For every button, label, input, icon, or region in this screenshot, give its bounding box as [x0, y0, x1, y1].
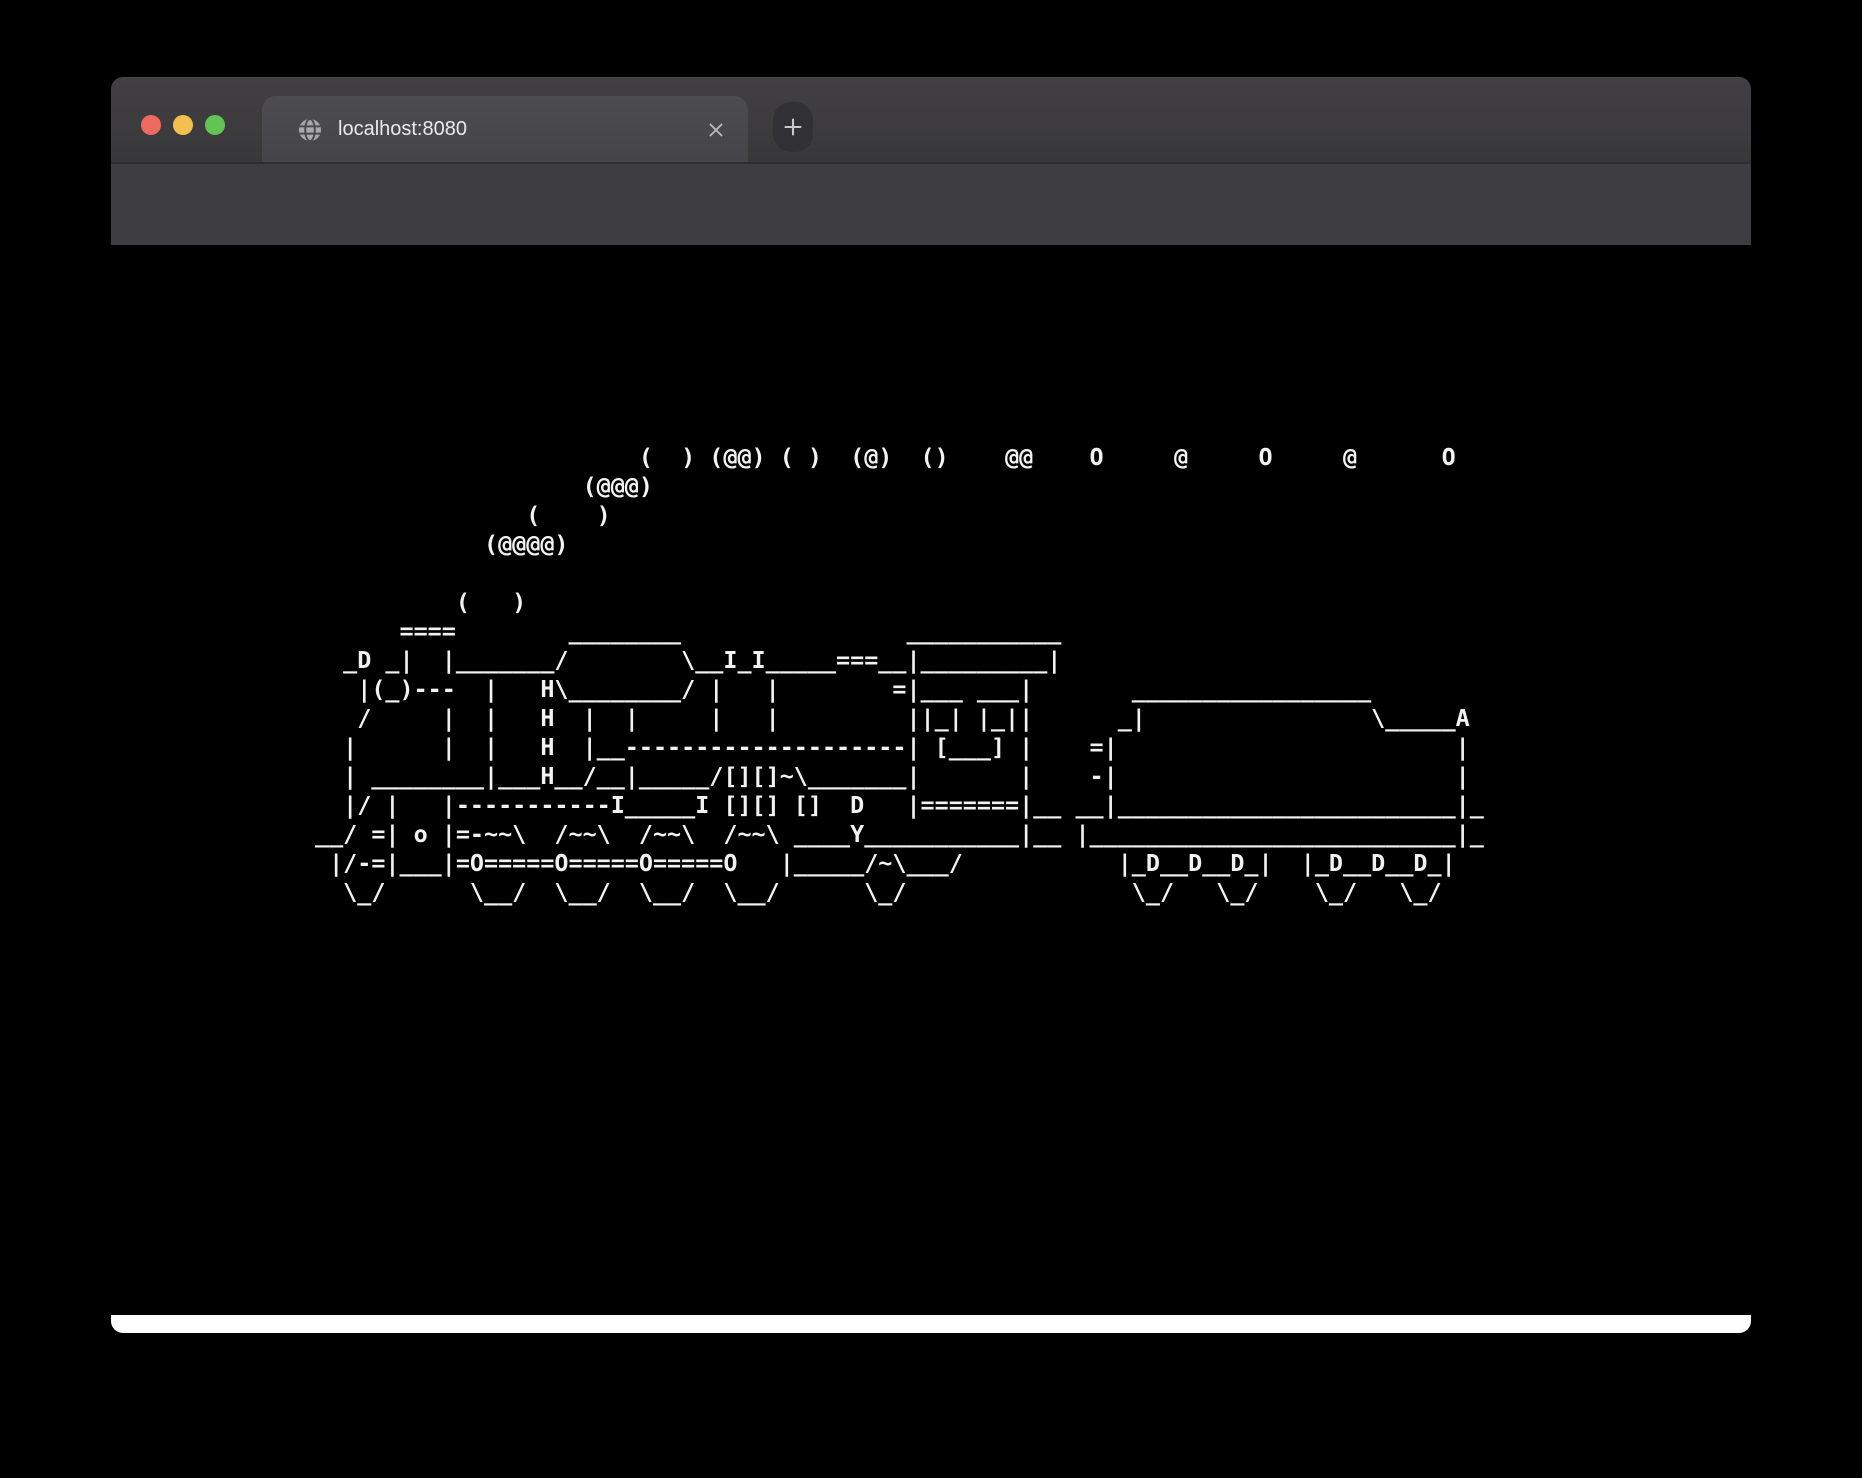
window-zoom-button[interactable] — [205, 115, 225, 135]
window-minimize-button[interactable] — [173, 115, 193, 135]
new-tab-button[interactable] — [773, 102, 813, 152]
window-bottom-bar — [111, 1315, 1751, 1333]
tab-bar: localhost:8080 — [111, 77, 1751, 162]
tab-title: localhost:8080 — [338, 96, 467, 163]
page-content: ( ) (@@) ( ) (@) () @@ O @ O @ O (@@@) (… — [111, 245, 1751, 1315]
window-close-button[interactable] — [141, 115, 161, 135]
tab-localhost[interactable]: localhost:8080 — [262, 96, 748, 163]
close-icon[interactable] — [708, 122, 724, 138]
plus-icon — [783, 117, 803, 137]
browser-window: localhost:8080 — [111, 77, 1751, 1333]
navigation-toolbar: localhost:8080 — [111, 162, 1751, 245]
ascii-train-art: ( ) (@@) ( ) (@) () @@ O @ O @ O (@@@) (… — [315, 443, 1498, 907]
globe-icon — [297, 117, 323, 143]
